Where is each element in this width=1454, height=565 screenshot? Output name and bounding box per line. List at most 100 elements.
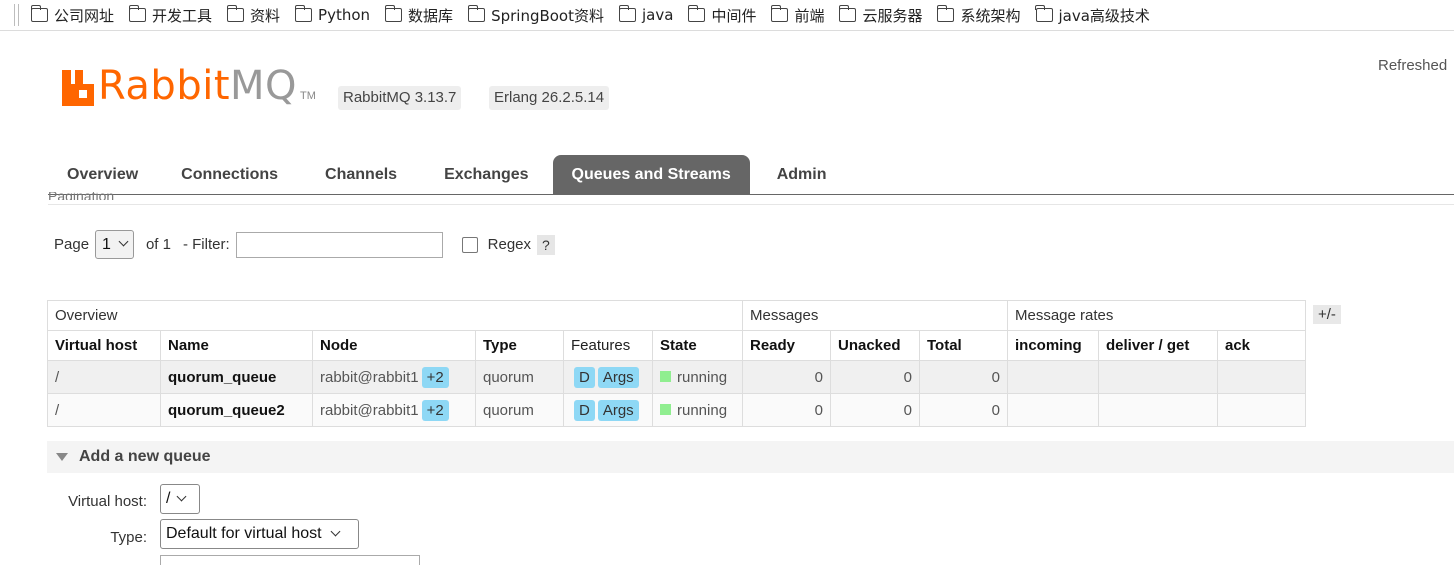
queue-name-link[interactable]: quorum_queue2 (160, 393, 313, 427)
folder-icon (384, 5, 403, 22)
cell-deliver-get (1098, 360, 1218, 394)
vhost-select[interactable]: / (160, 484, 200, 514)
cell-ack (1217, 360, 1306, 394)
feature-args-badge: Args (597, 366, 639, 388)
logo-text-mq: MQ (230, 63, 298, 109)
cell-vhost: / (47, 360, 161, 394)
cell-state: running (652, 360, 743, 394)
cell-type: quorum (475, 393, 564, 427)
queues-table: Overview Messages Message rates Virtual … (47, 300, 1306, 427)
cell-ready: 0 (742, 393, 831, 427)
col-deliver-get[interactable]: deliver / get (1098, 330, 1218, 361)
tab-queues-and-streams[interactable]: Queues and Streams (552, 155, 750, 195)
chevron-down-icon (177, 491, 187, 501)
bookmarks-separator (14, 4, 15, 26)
queue-type-select[interactable]: Default for virtual host (160, 519, 359, 549)
col-incoming[interactable]: incoming (1007, 330, 1099, 361)
col-virtual-host[interactable]: Virtual host (47, 330, 161, 361)
bookmark-folder[interactable]: java高级技术 (1035, 5, 1150, 26)
help-button[interactable]: ? (537, 234, 555, 255)
tab-overview[interactable]: Overview (48, 155, 157, 195)
cell-node: rabbit@rabbit1 +2 (312, 393, 476, 427)
cell-ready: 0 (742, 360, 831, 394)
bookmark-folder[interactable]: 资料 (226, 5, 280, 26)
rabbitmq-logo[interactable]: RabbitMQ TM (62, 66, 316, 106)
col-unacked[interactable]: Unacked (830, 330, 920, 361)
tab-channels[interactable]: Channels (302, 155, 420, 195)
vhost-label: Virtual host: (68, 493, 147, 510)
rabbitmq-version: RabbitMQ 3.13.7 (338, 86, 462, 110)
folder-icon (30, 5, 48, 22)
queue-name-link[interactable]: quorum_queue (160, 360, 313, 394)
folder-icon (467, 5, 486, 22)
queue-name-input[interactable] (160, 555, 420, 565)
page-select[interactable]: 1 (95, 230, 134, 259)
bookmarks-bar: 公司网址 开发工具 资料 Python 数据库 SpringBoot资料 jav… (0, 0, 1454, 31)
cell-type: quorum (475, 360, 564, 394)
cell-incoming (1007, 360, 1099, 394)
cell-vhost: / (47, 393, 161, 427)
folder-icon (128, 5, 147, 22)
bookmark-folder[interactable]: 前端 (770, 5, 824, 26)
triangle-down-icon (56, 453, 68, 461)
page-count: of 1 (145, 236, 171, 253)
folder-icon (226, 5, 245, 22)
table-row: / quorum_queue rabbit@rabbit1 +2 quorum D… (47, 360, 1306, 394)
logo-trademark: TM (300, 90, 316, 102)
refreshed-status: Refreshed (1378, 57, 1448, 74)
col-name[interactable]: Name (160, 330, 313, 361)
cell-features: D Args (563, 360, 653, 394)
bookmark-folder[interactable]: SpringBoot资料 (467, 5, 604, 26)
add-queue-title: Add a new queue (79, 448, 211, 465)
col-type[interactable]: Type (475, 330, 564, 361)
regex-checkbox[interactable] (461, 236, 478, 253)
folder-icon (1035, 5, 1053, 22)
folder-icon (618, 5, 636, 22)
cell-total: 0 (919, 360, 1008, 394)
group-header-messages: Messages (742, 300, 1008, 331)
bookmark-folder[interactable]: 公司网址 (30, 5, 114, 26)
logo-text-rabbit: Rabbit (98, 63, 231, 109)
toggle-columns-button[interactable]: +/- (1313, 305, 1341, 324)
tab-admin[interactable]: Admin (750, 155, 854, 195)
filter-label: - Filter: (182, 236, 230, 253)
feature-durable-badge: D (574, 399, 595, 421)
bookmark-folder[interactable]: 中间件 (687, 5, 756, 26)
cell-total: 0 (919, 393, 1008, 427)
cell-unacked: 0 (830, 360, 920, 394)
tab-exchanges[interactable]: Exchanges (420, 155, 552, 195)
feature-durable-badge: D (574, 366, 595, 388)
folder-icon (770, 5, 789, 22)
cell-node: rabbit@rabbit1 +2 (312, 360, 476, 394)
bookmark-folder[interactable]: Python (294, 5, 370, 24)
cell-incoming (1007, 393, 1099, 427)
chevron-down-icon (118, 236, 129, 247)
pagination-section-title: Pagination (48, 192, 115, 200)
folder-icon (838, 5, 857, 22)
add-queue-section-toggle[interactable]: Add a new queue (47, 441, 1454, 473)
page-label: Page (54, 236, 90, 253)
erlang-version: Erlang 26.2.5.14 (489, 86, 610, 110)
running-status-icon (660, 403, 671, 415)
col-ack[interactable]: ack (1217, 330, 1306, 361)
bookmark-folder[interactable]: java (618, 5, 673, 24)
col-total[interactable]: Total (919, 330, 1008, 361)
filter-input[interactable] (235, 231, 443, 258)
bookmarks-separator (18, 4, 19, 26)
section-divider (48, 204, 1454, 205)
running-status-icon (660, 370, 671, 382)
bookmark-folder[interactable]: 开发工具 (128, 5, 212, 26)
node-replicas-badge: +2 (421, 366, 449, 388)
node-replicas-badge: +2 (421, 399, 449, 421)
col-state[interactable]: State (652, 330, 743, 361)
bookmark-folder[interactable]: 数据库 (384, 5, 453, 26)
col-node[interactable]: Node (312, 330, 476, 361)
folder-icon (936, 5, 955, 22)
bookmark-folder[interactable]: 系统架构 (936, 5, 1021, 26)
cell-unacked: 0 (830, 393, 920, 427)
tab-connections[interactable]: Connections (157, 155, 302, 195)
pagination-controls: Page 1 of 1 - Filter: Regex ? (54, 230, 555, 259)
col-ready[interactable]: Ready (742, 330, 831, 361)
bookmark-folder[interactable]: 云服务器 (838, 5, 922, 26)
group-header-overview: Overview (47, 300, 743, 331)
